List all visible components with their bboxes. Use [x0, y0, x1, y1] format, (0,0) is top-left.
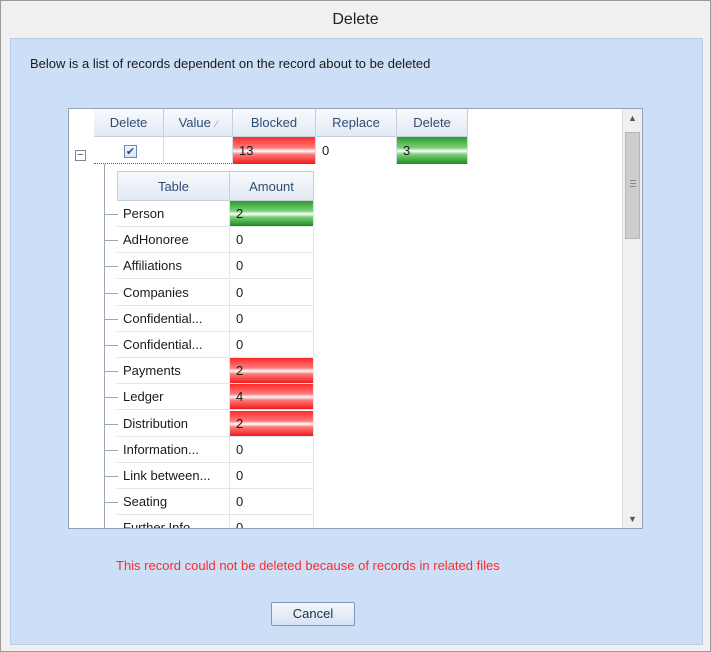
- table-row[interactable]: Link between... 0: [117, 463, 314, 489]
- delete-checkbox[interactable]: ✔: [124, 145, 137, 158]
- column-header-delete-count[interactable]: Delete: [397, 109, 468, 137]
- tree-branch: [104, 450, 118, 451]
- table-name-cell: Link between...: [117, 463, 230, 489]
- value-cell: [164, 137, 233, 164]
- dialog-body: Below is a list of records dependent on …: [10, 38, 703, 645]
- amount-cell: 0: [230, 306, 314, 332]
- tree-branch: [104, 240, 118, 241]
- table-row[interactable]: Further Info... 0: [117, 515, 314, 528]
- table-row[interactable]: Companies 0: [117, 280, 314, 306]
- tree-branch: [104, 528, 118, 529]
- table-row[interactable]: Distribution 2: [117, 411, 314, 437]
- table-row[interactable]: Confidential... 0: [117, 306, 314, 332]
- window-title: Delete: [1, 1, 710, 38]
- column-header-value[interactable]: Value ⁄: [164, 109, 233, 137]
- table-row[interactable]: Seating 0: [117, 489, 314, 515]
- table-name-cell: Payments: [117, 358, 230, 384]
- tree-branch: [104, 424, 118, 425]
- table-name-cell: Companies: [117, 280, 230, 306]
- detail-header-table[interactable]: Table: [117, 171, 230, 201]
- table-name-cell: Affiliations: [117, 253, 230, 279]
- amount-cell: 0: [230, 332, 314, 358]
- tree-branch: [104, 397, 118, 398]
- amount-cell: 0: [230, 227, 314, 253]
- intro-text: Below is a list of records dependent on …: [30, 56, 431, 71]
- table-name-cell: Confidential...: [117, 332, 230, 358]
- table-row[interactable]: Payments 2: [117, 358, 314, 384]
- tree-branch: [104, 319, 118, 320]
- table-name-cell: Confidential...: [117, 306, 230, 332]
- blocked-cell: 13: [233, 137, 316, 164]
- grip-icon: [630, 180, 636, 187]
- amount-cell: 4: [230, 384, 314, 410]
- tree-branch: [104, 293, 118, 294]
- tree-line: [104, 164, 105, 528]
- table-row[interactable]: Affiliations 0: [117, 253, 314, 279]
- amount-cell: 0: [230, 515, 314, 528]
- table-name-cell: Distribution: [117, 411, 230, 437]
- amount-cell: 0: [230, 489, 314, 515]
- scroll-up-icon[interactable]: ▲: [623, 109, 642, 127]
- table-row[interactable]: Information... 0: [117, 437, 314, 463]
- tree-branch: [104, 371, 118, 372]
- tree-branch: [104, 266, 118, 267]
- table-row[interactable]: AdHonoree 0: [117, 227, 314, 253]
- delete-count-cell: 3: [397, 137, 468, 164]
- scroll-down-icon[interactable]: ▼: [623, 510, 642, 528]
- table-row[interactable]: 13 0 3: [94, 137, 468, 164]
- table-name-cell: Further Info...: [117, 515, 230, 528]
- amount-cell: 0: [230, 437, 314, 463]
- replace-cell[interactable]: 0: [316, 137, 397, 164]
- cancel-button[interactable]: Cancel: [271, 602, 355, 626]
- amount-cell: 0: [230, 280, 314, 306]
- collapse-icon[interactable]: −: [75, 150, 86, 161]
- amount-cell: 2: [230, 411, 314, 437]
- delete-dialog: Delete Below is a list of records depend…: [0, 0, 711, 652]
- table-name-cell: Information...: [117, 437, 230, 463]
- column-header-blocked[interactable]: Blocked: [233, 109, 316, 137]
- table-row[interactable]: Ledger 4: [117, 384, 314, 410]
- table-name-cell: Ledger: [117, 384, 230, 410]
- table-name-cell: Person: [117, 201, 230, 227]
- table-row[interactable]: Confidential... 0: [117, 332, 314, 358]
- tree-branch: [104, 476, 118, 477]
- amount-cell: 2: [230, 201, 314, 227]
- sort-icon: ⁄: [215, 119, 218, 129]
- error-message: This record could not be deleted because…: [116, 558, 500, 573]
- table-row[interactable]: Person 2: [117, 201, 314, 227]
- tree-branch: [104, 502, 118, 503]
- column-header-delete[interactable]: Delete: [94, 109, 164, 137]
- dependency-grid[interactable]: Delete Value ⁄ Blocked Replace Delete − 1…: [68, 108, 643, 529]
- amount-cell: 0: [230, 253, 314, 279]
- table-name-cell: Seating: [117, 489, 230, 515]
- amount-cell: 2: [230, 358, 314, 384]
- column-header-replace[interactable]: Replace: [316, 109, 397, 137]
- scroll-thumb[interactable]: [625, 132, 640, 239]
- amount-cell: 0: [230, 463, 314, 489]
- detail-header-amount[interactable]: Amount: [230, 171, 314, 201]
- tree-branch: [104, 214, 118, 215]
- tree-branch: [104, 345, 118, 346]
- table-name-cell: AdHonoree: [117, 227, 230, 253]
- vertical-scrollbar[interactable]: ▲ ▼: [622, 109, 642, 528]
